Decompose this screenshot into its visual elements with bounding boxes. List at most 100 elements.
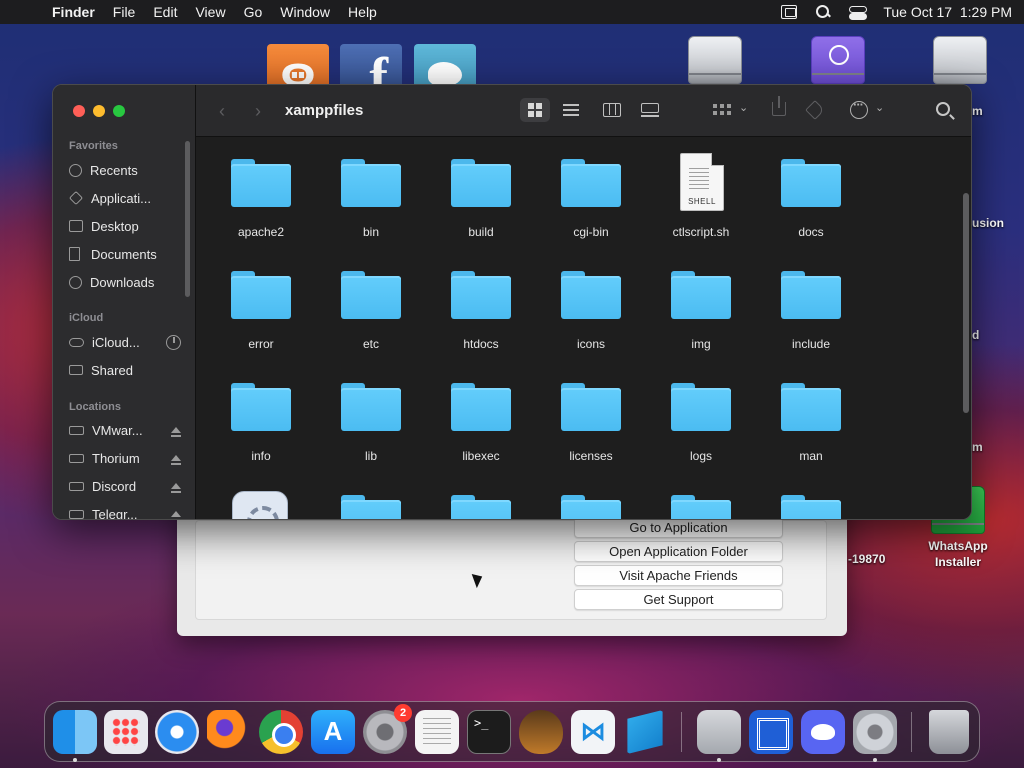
group-by-icon[interactable] — [713, 104, 731, 118]
dock-finder-icon[interactable] — [53, 710, 97, 754]
column-view-button[interactable] — [597, 98, 627, 122]
menu-clock[interactable]: Tue Oct 17 1:29 PM — [883, 4, 1012, 20]
eject-icon[interactable] — [171, 511, 181, 517]
list-view-button[interactable] — [556, 98, 586, 122]
dock-system-settings-icon[interactable]: 2 — [363, 704, 412, 754]
zoom-window-button[interactable] — [113, 105, 125, 117]
content-scrollbar[interactable] — [963, 193, 969, 413]
desktop-viber-drive[interactable] — [806, 36, 870, 88]
sidebar-item-desktop[interactable]: Desktop — [69, 215, 181, 237]
file-item[interactable]: SHELL ctlscript.sh — [646, 149, 756, 261]
close-window-button[interactable] — [73, 105, 85, 117]
dock-vscode-icon[interactable]: ⋈ — [571, 710, 615, 754]
list-icon — [563, 104, 579, 116]
sidebar-item-recents[interactable]: Recents — [69, 159, 181, 181]
file-item[interactable]: man — [756, 373, 866, 485]
dock-firefox-icon[interactable] — [207, 710, 251, 754]
tag-icon[interactable] — [805, 100, 825, 120]
file-item[interactable]: licenses — [536, 373, 646, 485]
menu-app-name[interactable]: Finder — [52, 4, 95, 20]
more-actions-icon[interactable] — [850, 97, 868, 119]
drive-icon — [69, 481, 84, 491]
dock-launchpad-icon[interactable] — [104, 710, 148, 754]
desktop-drive-1[interactable] — [683, 36, 747, 88]
file-item[interactable]: info — [206, 373, 316, 485]
sidebar-item-shared[interactable]: Shared — [69, 359, 181, 381]
visit-apache-friends-button[interactable]: Visit Apache Friends — [574, 565, 783, 586]
dock-sublime-text-icon[interactable] — [627, 710, 663, 754]
file-item[interactable] — [646, 485, 756, 519]
open-application-folder-button[interactable]: Open Application Folder — [574, 541, 783, 562]
dock-installer-icon[interactable] — [697, 710, 741, 754]
menu-edit[interactable]: Edit — [153, 4, 177, 20]
sidebar-item-documents[interactable]: Documents — [69, 243, 181, 265]
file-item[interactable]: cgi-bin — [536, 149, 646, 261]
file-item[interactable]: logs — [646, 373, 756, 485]
menu-help[interactable]: Help — [348, 4, 377, 20]
file-item[interactable]: error — [206, 261, 316, 373]
dock-system-preferences-icon[interactable] — [853, 710, 897, 754]
sidebar-item-vmware[interactable]: VMwar... — [69, 419, 181, 441]
sidebar-item-discord[interactable]: Discord — [69, 475, 181, 497]
eject-icon[interactable] — [171, 455, 181, 465]
desktop-drive-2[interactable] — [928, 36, 992, 88]
spotlight-search-icon[interactable] — [815, 5, 831, 19]
sidebar-item-thorium[interactable]: Thorium — [69, 447, 181, 469]
menu-view[interactable]: View — [195, 4, 225, 20]
dock-trash-icon[interactable] — [929, 710, 969, 754]
forward-arrow-icon[interactable]: › — [255, 102, 261, 120]
file-item[interactable]: libexec — [426, 373, 536, 485]
file-item[interactable]: bin — [316, 149, 426, 261]
share-icon[interactable] — [772, 96, 786, 116]
dock-app-store-icon[interactable]: A — [311, 710, 355, 754]
dock-preview-icon[interactable] — [749, 710, 793, 754]
file-item[interactable]: include — [756, 261, 866, 373]
menu-go[interactable]: Go — [244, 4, 263, 20]
menu-window[interactable]: Window — [280, 4, 330, 20]
control-center-icon[interactable] — [849, 5, 868, 20]
file-item[interactable] — [206, 485, 316, 519]
dock-safari-icon[interactable] — [155, 710, 199, 754]
folder-icon — [341, 495, 401, 519]
file-item[interactable]: etc — [316, 261, 426, 373]
file-item[interactable] — [426, 485, 536, 519]
dock-garageband-icon[interactable] — [519, 710, 563, 754]
get-support-button[interactable]: Get Support — [574, 589, 783, 610]
dock-discord-icon[interactable] — [801, 710, 845, 754]
sidebar-item-label: VMwar... — [92, 422, 143, 438]
file-item[interactable]: img — [646, 261, 756, 373]
sidebar-item-telegram[interactable]: Telegr... — [69, 503, 181, 519]
dock-textedit-icon[interactable] — [415, 710, 459, 754]
sidebar-item-downloads[interactable]: Downloads — [69, 271, 181, 293]
file-item[interactable]: htdocs — [426, 261, 536, 373]
eject-icon[interactable] — [171, 427, 181, 437]
file-item[interactable] — [316, 485, 426, 519]
file-item[interactable]: docs — [756, 149, 866, 261]
file-item[interactable]: icons — [536, 261, 646, 373]
sidebar-item-icloud-drive[interactable]: iCloud... — [69, 331, 181, 353]
file-item[interactable]: build — [426, 149, 536, 261]
drive-icon — [69, 425, 84, 435]
chevron-down-icon[interactable]: ⌄ — [739, 101, 748, 114]
file-item[interactable] — [536, 485, 646, 519]
dock-chrome-icon[interactable] — [259, 710, 303, 754]
gallery-view-button[interactable] — [635, 98, 665, 122]
file-item[interactable]: apache2 — [206, 149, 316, 261]
sidebar-item-label: Recents — [90, 162, 138, 178]
back-arrow-icon[interactable]: ‹ — [219, 102, 225, 120]
sidebar-item-applications[interactable]: Applicati... — [68, 187, 181, 209]
eject-icon[interactable] — [171, 483, 181, 493]
file-item[interactable] — [756, 485, 866, 519]
search-icon[interactable] — [936, 102, 950, 116]
icon-view-button[interactable] — [520, 98, 550, 122]
dock-terminal-icon[interactable]: >_ — [467, 710, 511, 754]
menu-file[interactable]: File — [113, 4, 136, 20]
drive-icon — [69, 509, 84, 519]
file-item[interactable]: lib — [316, 373, 426, 485]
minimize-window-button[interactable] — [93, 105, 105, 117]
screen-mirroring-icon[interactable] — [781, 5, 798, 19]
chevron-down-icon[interactable]: ⌄ — [875, 101, 884, 114]
go-to-application-button[interactable]: Go to Application — [574, 517, 783, 538]
dock: A 2 >_ ⋈ — [44, 701, 980, 762]
sidebar-scrollbar[interactable] — [185, 141, 190, 297]
